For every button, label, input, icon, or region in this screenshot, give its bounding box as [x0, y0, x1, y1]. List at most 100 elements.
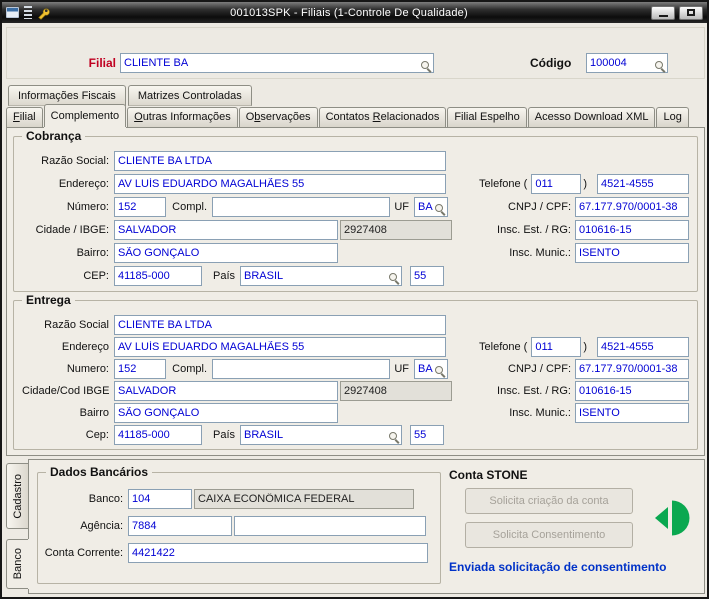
grip-dots-icon [24, 6, 32, 19]
dados-bancarios-groupbox: Dados Bancários Banco: Agência: Conta Co… [37, 465, 441, 584]
conta-stone-section: Conta STONE Solicita criação da conta So… [449, 466, 704, 590]
codigo-field [586, 53, 668, 74]
endereco-label: Endereço [61, 341, 109, 353]
cep-label: CEP: [83, 270, 109, 282]
cobranca-telefone-input[interactable] [597, 174, 689, 194]
pais-lookup-icon[interactable] [389, 273, 400, 284]
tab-contatos-relacionados[interactable]: Contatos Relacionados [318, 107, 447, 127]
tab-label: utras Informações [142, 111, 231, 123]
minimize-button[interactable] [651, 5, 675, 20]
window-title: 001013SPK - Filiais (1-Controle De Quali… [230, 6, 468, 19]
tab-acesso-download-xml[interactable]: Acesso Download XML [527, 107, 656, 127]
tab-complemento[interactable]: Complemento [43, 104, 127, 127]
banco-codigo-input[interactable] [128, 489, 192, 509]
compl-label: Compl. [172, 363, 207, 375]
cobranca-groupbox: Cobrança Razão Social: Endereço: Telefon… [13, 129, 698, 292]
entrega-numero-input[interactable] [114, 359, 166, 379]
uf-lookup-icon[interactable] [435, 366, 446, 377]
tab-filial[interactable]: Filial [6, 107, 43, 127]
entrega-cnpj-input[interactable] [575, 359, 689, 379]
agencia-extra-input[interactable] [234, 516, 426, 536]
wrench-icon[interactable] [37, 6, 51, 20]
codigo-lookup-icon[interactable] [655, 61, 666, 72]
bottom-section: Cadastro Banco Dados Bancários Banco: Ag… [6, 457, 705, 596]
side-tab-label: Cadastro [11, 473, 24, 519]
cobranca-insc-munic-input[interactable] [575, 243, 689, 263]
cobranca-compl-input[interactable] [212, 197, 390, 217]
tab-matrizes-controladas[interactable]: Matrizes Controladas [127, 85, 252, 106]
entrega-cep-row: Cep: País [22, 425, 689, 445]
cobranca-title: Cobrança [22, 129, 86, 143]
conta-row: Conta Corrente: [44, 543, 434, 563]
fiscal-tabs: Informações Fiscais Matrizes Controladas [8, 85, 254, 106]
entrega-ddd-input[interactable] [531, 337, 582, 357]
conta-stone-title: Conta STONE [449, 468, 528, 482]
tab-observacoes[interactable]: Observações [238, 107, 318, 127]
cobranca-ddd-input[interactable] [531, 174, 582, 194]
agencia-input[interactable] [128, 516, 232, 536]
pais-lookup-icon[interactable] [389, 432, 400, 443]
maximize-button[interactable] [679, 5, 703, 20]
entrega-pais-cod-input[interactable] [410, 425, 444, 445]
cobranca-ibge-output [340, 220, 452, 240]
entrega-pais-input[interactable] [240, 425, 402, 445]
cobranca-cidade-row: Cidade / IBGE: Insc. Est. / RG: [22, 220, 689, 240]
telefone-close-paren: ) [583, 178, 587, 190]
entrega-endereco-input[interactable] [114, 337, 446, 357]
entrega-cidade-input[interactable] [114, 381, 338, 401]
cobranca-cnpj-input[interactable] [575, 197, 689, 217]
tab-label: Log [663, 111, 682, 123]
conta-corrente-input[interactable] [128, 543, 428, 563]
side-tab-label: Banco [11, 548, 24, 580]
entrega-razao-social-input[interactable] [114, 315, 446, 335]
tab-label: Matrizes Controladas [137, 90, 242, 102]
cobranca-cidade-input[interactable] [114, 220, 338, 240]
tab-outras-informacoes[interactable]: Outras Informações [127, 107, 238, 127]
cobranca-pais-field [240, 266, 402, 286]
insc-munic-label: Insc. Munic.: [509, 247, 571, 259]
uf-lookup-icon[interactable] [435, 204, 446, 215]
tab-log[interactable]: Log [656, 107, 689, 127]
entrega-cnpj-field: CNPJ / CPF: [508, 359, 689, 379]
cobranca-insc-est-input[interactable] [575, 220, 689, 240]
bairro-label: Bairro: [76, 247, 109, 259]
cobranca-pais-cod-input[interactable] [410, 266, 444, 286]
tab-label: O [245, 111, 255, 123]
tab-informacoes-fiscais[interactable]: Informações Fiscais [8, 85, 126, 106]
uf-label: UF [394, 201, 409, 213]
agencia-row: Agência: [44, 516, 434, 536]
consentimento-status-text: Enviada solicitação de consentimento [449, 560, 667, 574]
tab-label-accel: O [134, 111, 143, 123]
entrega-insc-munic-input[interactable] [575, 403, 689, 423]
cobranca-endereco-input[interactable] [114, 174, 446, 194]
cobranca-insc-est-field: Insc. Est. / RG: [497, 220, 689, 240]
telefone-label: Telefone ( [479, 341, 528, 353]
numero-label: Numero: [66, 363, 109, 375]
cobranca-telefone-field: Telefone ( ) [479, 174, 689, 194]
entrega-bairro-input[interactable] [114, 403, 338, 423]
form-window-icon[interactable] [6, 7, 19, 18]
entrega-insc-est-input[interactable] [575, 381, 689, 401]
insc-munic-label: Insc. Munic.: [509, 407, 571, 419]
cobranca-cep-input[interactable] [114, 266, 202, 286]
cobranca-uf-field [414, 197, 448, 217]
filial-input[interactable] [120, 53, 434, 73]
tab-filial-espelho[interactable]: Filial Espelho [447, 107, 527, 127]
cobranca-bairro-input[interactable] [114, 243, 338, 263]
banco-tab-page: Dados Bancários Banco: Agência: Conta Co… [28, 459, 705, 594]
entrega-telefone-input[interactable] [597, 337, 689, 357]
cep-label: Cep: [85, 429, 109, 441]
window-controls [647, 5, 703, 20]
entrega-compl-input[interactable] [212, 359, 390, 379]
side-tab-banco[interactable]: Banco [6, 539, 28, 589]
tab-label: Acesso Download XML [534, 111, 649, 123]
cobranca-cep-row: CEP: País [22, 266, 689, 286]
side-tab-cadastro[interactable]: Cadastro [6, 463, 28, 529]
pais-label: País [212, 270, 235, 282]
entrega-insc-munic-field: Insc. Munic.: [509, 403, 689, 423]
entrega-cep-input[interactable] [114, 425, 202, 445]
filial-lookup-icon[interactable] [421, 61, 432, 72]
cobranca-numero-input[interactable] [114, 197, 166, 217]
cobranca-razao-social-input[interactable] [114, 151, 446, 171]
cobranca-pais-input[interactable] [240, 266, 402, 286]
